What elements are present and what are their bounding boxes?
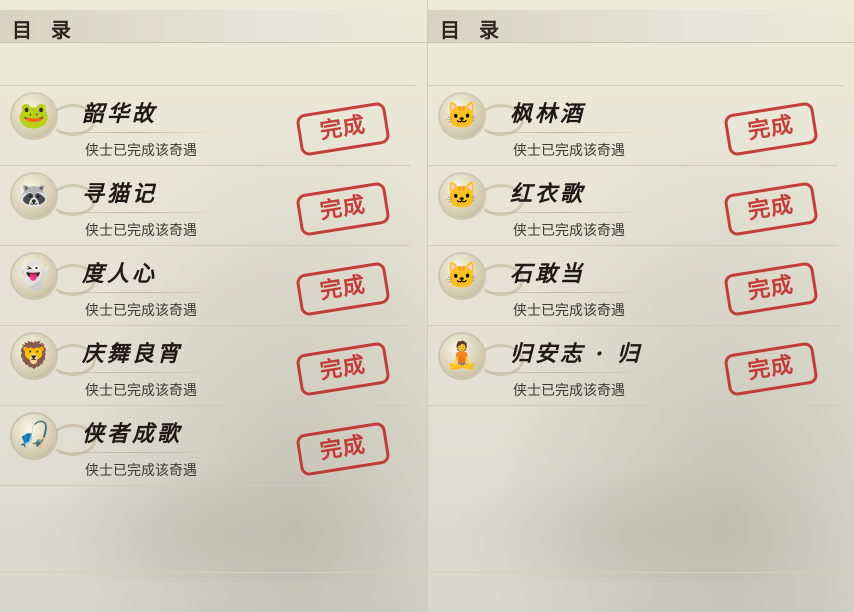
lion-dance-icon: 🦁: [12, 334, 56, 378]
adventure-entry[interactable]: 🦝 寻猫记 侠士已完成该奇遇 完成: [0, 166, 410, 246]
completed-stamp: 完成: [723, 181, 819, 237]
entry-title: 侠者成歌: [82, 421, 183, 447]
entry-title: 枫林酒: [510, 101, 586, 127]
page-header: 目 录: [0, 10, 427, 43]
adventure-entry[interactable]: 🐸 韶华故 侠士已完成该奇遇 完成: [0, 86, 410, 166]
adventure-entry[interactable]: 🐱 石敢当 侠士已完成该奇遇 完成: [428, 246, 838, 326]
ghost-mask-icon: 👻: [12, 254, 56, 298]
completed-stamp: 完成: [295, 101, 391, 157]
entry-status: 侠士已完成该奇遇: [85, 143, 197, 159]
completed-stamp: 完成: [723, 261, 819, 317]
cat-icon: 🐱: [440, 254, 484, 298]
frog-icon: 🐸: [12, 94, 56, 138]
adventure-entry[interactable]: 👻 度人心 侠士已完成该奇遇 完成: [0, 246, 410, 326]
entry-title: 归安志 · 归: [510, 341, 642, 367]
entry-status: 侠士已完成该奇遇: [513, 383, 625, 399]
left-page: 目 录 🐸 韶华故 侠士已完成该奇遇 完成 🦝 寻猫记 侠士已完成该奇遇 完成 …: [0, 0, 427, 612]
completed-stamp: 完成: [295, 181, 391, 237]
entry-status: 侠士已完成该奇遇: [513, 223, 625, 239]
entry-title: 寻猫记: [82, 181, 158, 207]
entry-title: 红衣歌: [510, 181, 586, 207]
divider: [486, 212, 644, 213]
divider: [428, 572, 854, 573]
entry-title: 庆舞良宵: [82, 341, 183, 367]
divider: [486, 292, 644, 293]
entry-status: 侠士已完成该奇遇: [85, 383, 197, 399]
adventure-entry[interactable]: 🐱 枫林酒 侠士已完成该奇遇 完成: [428, 86, 838, 166]
completed-stamp: 完成: [295, 341, 391, 397]
golden-buddha-icon: 🧘: [440, 334, 484, 378]
entry-status: 侠士已完成该奇遇: [513, 143, 625, 159]
entry-status: 侠士已完成该奇遇: [85, 223, 197, 239]
cat-icon: 🐱: [440, 174, 484, 218]
divider: [58, 372, 216, 373]
entry-status: 侠士已完成该奇遇: [513, 303, 625, 319]
adventure-entry[interactable]: 🦁 庆舞良宵 侠士已完成该奇遇 完成: [0, 326, 410, 406]
divider: [58, 292, 216, 293]
page-header: 目 录: [428, 10, 854, 43]
entry-status: 侠士已完成该奇遇: [85, 303, 197, 319]
completed-stamp: 完成: [723, 101, 819, 157]
fishing-hermit-icon: 🎣: [12, 414, 56, 458]
divider: [58, 452, 216, 453]
entry-title: 韶华故: [82, 101, 158, 127]
divider: [0, 485, 410, 486]
adventure-entry[interactable]: 🎣 侠者成歌 侠士已完成该奇遇 完成: [0, 406, 410, 486]
completed-stamp: 完成: [295, 421, 391, 477]
right-page: 目 录 🐱 枫林酒 侠士已完成该奇遇 完成 🐱 红衣歌 侠士已完成该奇遇 完成 …: [427, 0, 854, 612]
adventure-entry[interactable]: 🐱 红衣歌 侠士已完成该奇遇 完成: [428, 166, 838, 246]
divider: [58, 212, 216, 213]
page-title: 目 录: [440, 18, 505, 42]
divider: [0, 572, 427, 573]
raccoon-icon: 🦝: [12, 174, 56, 218]
adventure-entry[interactable]: 🧘 归安志 · 归 侠士已完成该奇遇 完成: [428, 326, 838, 406]
completed-stamp: 完成: [295, 261, 391, 317]
entry-title: 石敢当: [510, 261, 586, 287]
divider: [486, 132, 644, 133]
divider: [428, 405, 838, 406]
completed-stamp: 完成: [723, 341, 819, 397]
page-title: 目 录: [12, 18, 77, 42]
entry-title: 度人心: [82, 261, 158, 287]
background-scenery: [448, 462, 845, 582]
divider: [58, 132, 216, 133]
entry-status: 侠士已完成该奇遇: [85, 463, 197, 479]
cat-icon: 🐱: [440, 94, 484, 138]
divider: [486, 372, 644, 373]
